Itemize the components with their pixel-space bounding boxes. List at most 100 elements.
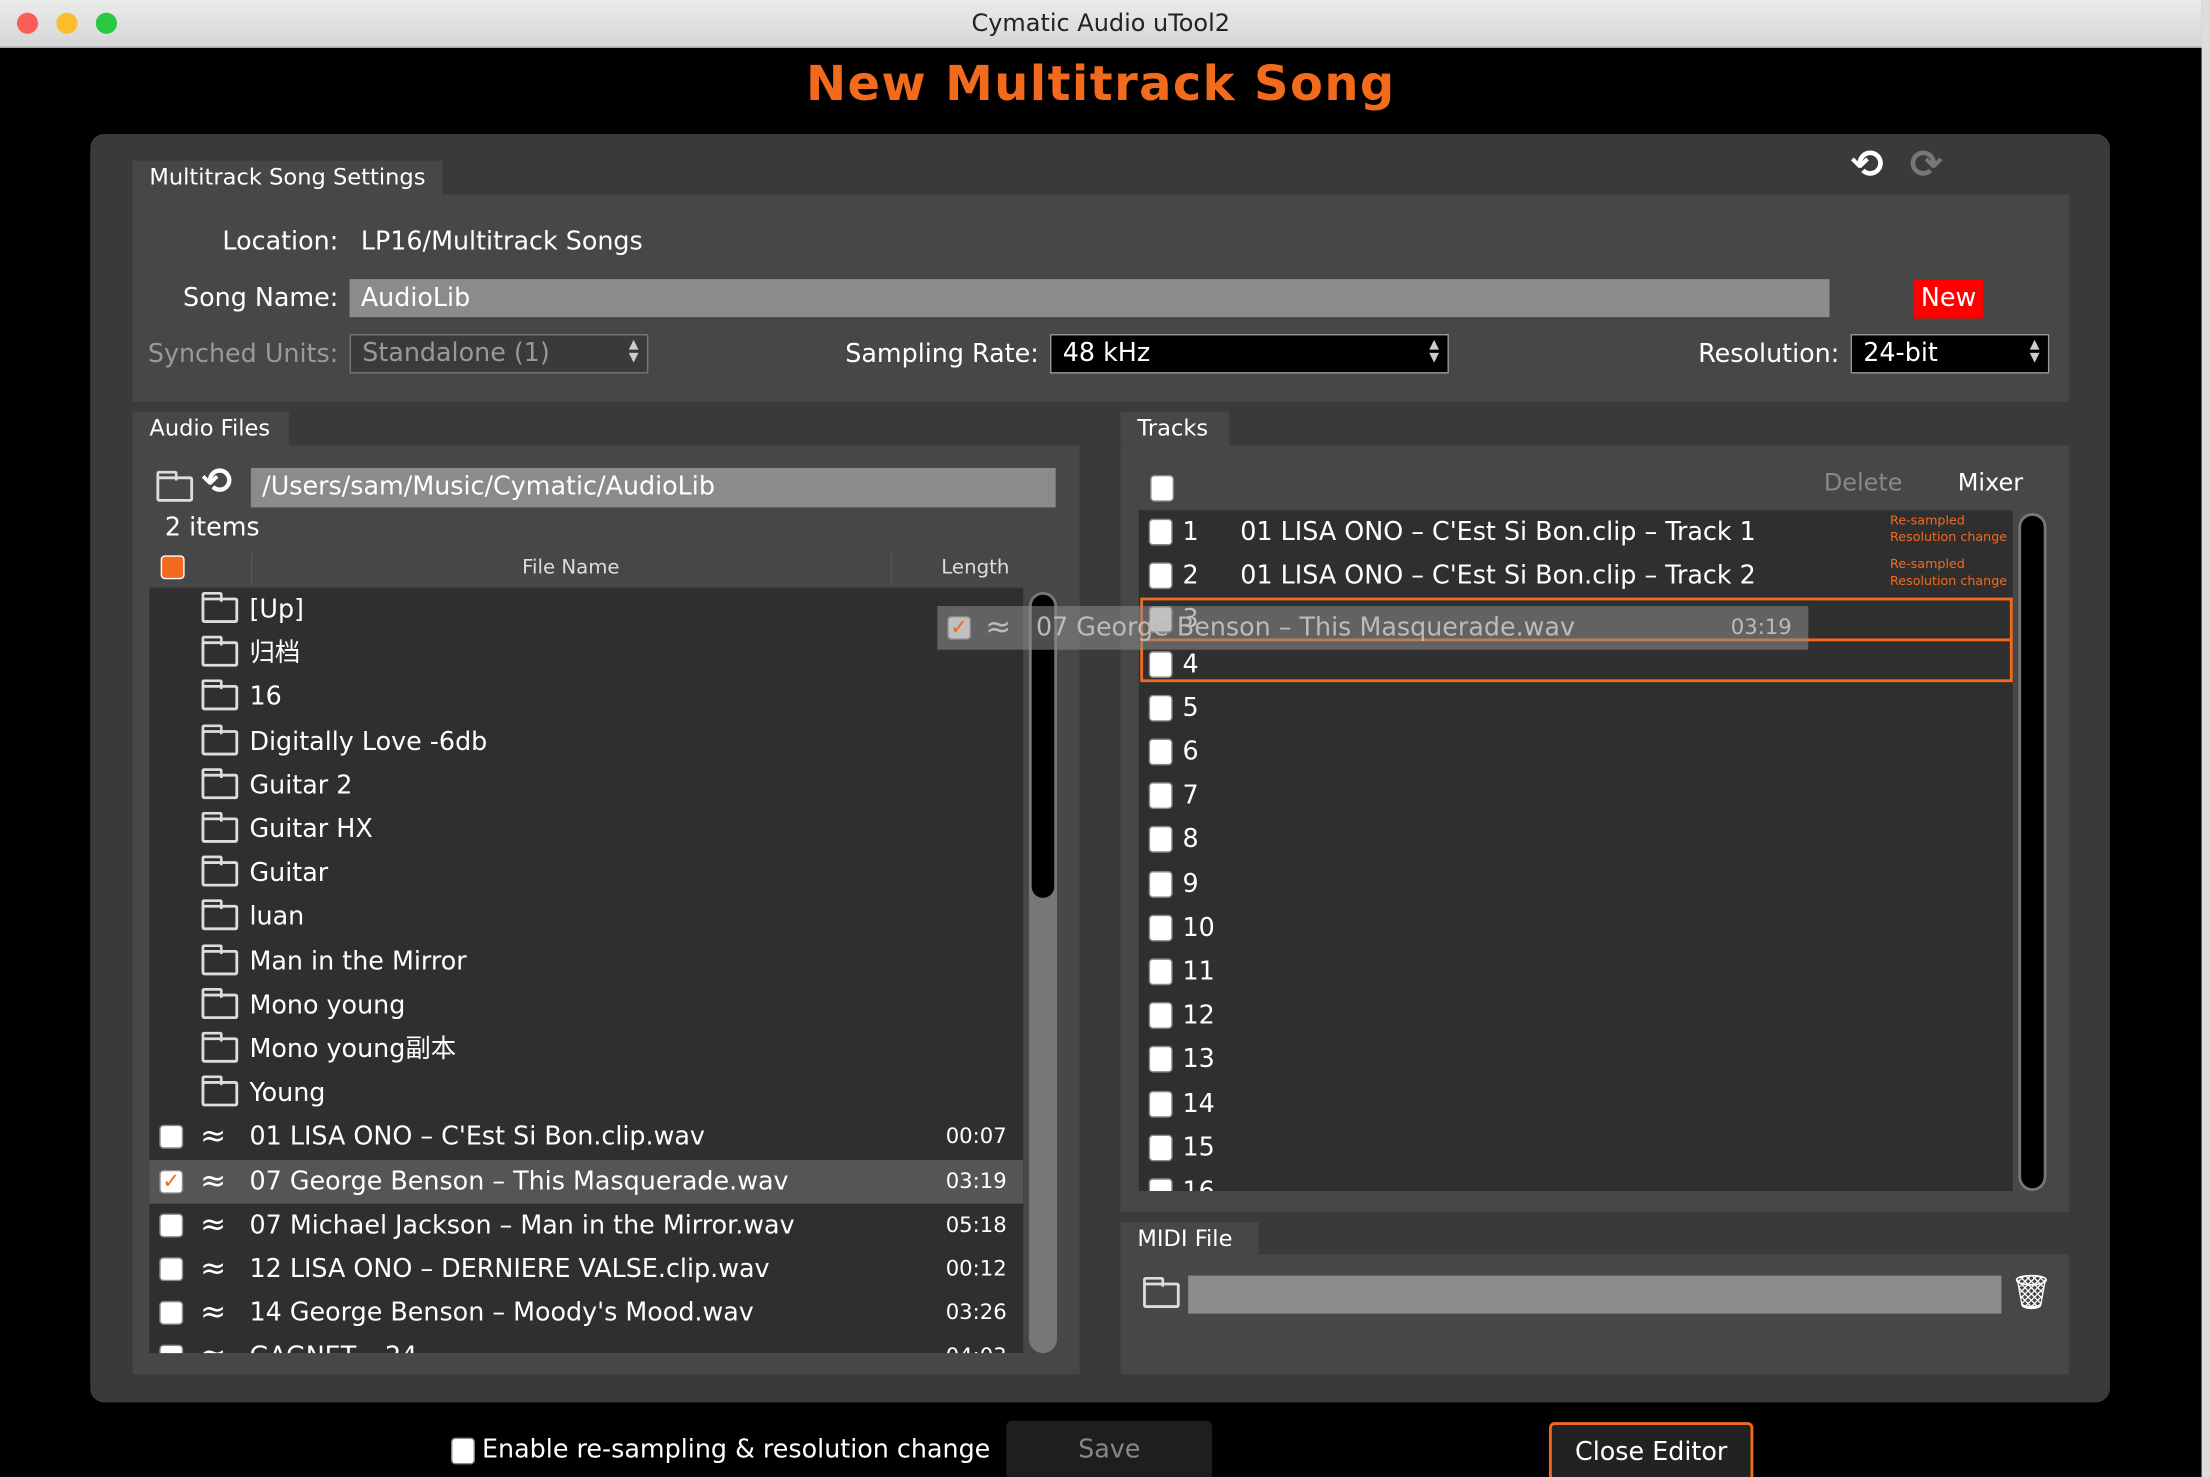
page-title: New Multitrack Song bbox=[805, 56, 1396, 113]
folder-icon bbox=[201, 943, 239, 975]
column-header-length[interactable]: Length bbox=[902, 557, 1049, 580]
song-name-input[interactable]: AudioLib bbox=[349, 279, 1830, 318]
track-number: 12 bbox=[1182, 1000, 1215, 1031]
folder-row[interactable]: luan bbox=[149, 896, 1023, 940]
track-row[interactable]: 11 bbox=[1139, 950, 2013, 994]
file-name: 14 George Benson – Moody's Mood.wav bbox=[249, 1298, 754, 1328]
folder-row[interactable]: Mono young bbox=[149, 984, 1023, 1028]
path-input[interactable]: /Users/sam/Music/Cymatic/AudioLib bbox=[250, 467, 1056, 508]
zoom-window-button[interactable] bbox=[95, 12, 117, 34]
resolution-select[interactable]: 24-bit ▲ ▼ bbox=[1850, 334, 2050, 374]
track-checkbox[interactable] bbox=[1148, 1002, 1173, 1030]
track-list-scrollbar[interactable] bbox=[2018, 513, 2047, 1191]
close-window-button[interactable] bbox=[16, 12, 39, 34]
track-checkbox[interactable] bbox=[1148, 782, 1173, 810]
file-checkbox[interactable] bbox=[159, 1301, 184, 1326]
enable-resampling-label[interactable]: Enable re-sampling & resolution change bbox=[482, 1435, 990, 1465]
enable-resampling-checkbox[interactable] bbox=[451, 1437, 475, 1465]
redo-icon[interactable]: ⟳ bbox=[1910, 141, 1943, 188]
folder-name: 归档 bbox=[249, 638, 301, 669]
mixer-button[interactable]: Mixer bbox=[1958, 469, 2023, 497]
track-row[interactable]: 2 01 LISA ONO – C'Est Si Bon.clip – Track… bbox=[1139, 554, 2013, 598]
open-folder-icon[interactable] bbox=[156, 470, 194, 502]
file-list: [Up] 归档 16 Digitally Love -6db Guitar 2 Guita… bbox=[149, 587, 1024, 1354]
checked-icon: ✓ bbox=[947, 615, 972, 640]
track-checkbox[interactable] bbox=[1148, 1134, 1173, 1162]
track-row[interactable]: 8 bbox=[1139, 818, 2013, 862]
track-number: 2 bbox=[1182, 561, 1199, 591]
trash-icon[interactable]: 🗑 bbox=[2010, 1273, 2053, 1312]
folder-row[interactable]: Digitally Love -6db bbox=[149, 720, 1023, 764]
file-row[interactable]: ≈ GAGNET – 24 04:03 bbox=[149, 1335, 1023, 1354]
file-row[interactable]: ≈14 George Benson – Moody's Mood.wav 03:2… bbox=[149, 1291, 1023, 1335]
folder-icon bbox=[201, 1031, 239, 1063]
midi-path-input[interactable] bbox=[1188, 1275, 2002, 1314]
file-checkbox[interactable] bbox=[159, 1125, 184, 1150]
column-header-file-name[interactable]: File Name bbox=[254, 557, 888, 580]
synched-units-select[interactable]: Standalone (1) ▲ ▼ bbox=[349, 334, 649, 374]
track-row[interactable]: 15 bbox=[1139, 1126, 2013, 1170]
select-all-checkbox[interactable] bbox=[160, 555, 185, 580]
sampling-rate-select[interactable]: 48 kHz ▲ ▼ bbox=[1050, 334, 1449, 374]
save-button[interactable]: Save bbox=[1006, 1420, 1213, 1477]
track-row[interactable]: 1 01 LISA ONO – C'Est Si Bon.clip – Track… bbox=[1139, 510, 2013, 554]
folder-row[interactable]: 归档 bbox=[149, 632, 1023, 676]
track-row[interactable]: 12 bbox=[1139, 994, 2013, 1038]
tracks-select-all-checkbox[interactable] bbox=[1150, 474, 1175, 502]
track-row[interactable]: 6 bbox=[1139, 730, 2013, 774]
track-checkbox[interactable] bbox=[1148, 958, 1173, 986]
drag-file-length: 03:19 bbox=[1730, 614, 1792, 640]
track-row[interactable]: 16 bbox=[1139, 1170, 2013, 1191]
track-row[interactable]: 14 bbox=[1139, 1082, 2013, 1126]
track-checkbox[interactable] bbox=[1148, 826, 1173, 854]
track-row[interactable]: 13 bbox=[1139, 1038, 2013, 1082]
track-row[interactable]: 5 bbox=[1139, 686, 2013, 730]
file-row[interactable]: ≈12 LISA ONO – DERNIERE VALSE.clip.wav 00… bbox=[149, 1247, 1023, 1291]
open-folder-icon[interactable] bbox=[1143, 1276, 1180, 1308]
track-checkbox[interactable] bbox=[1148, 738, 1173, 766]
track-checkbox[interactable] bbox=[1148, 694, 1173, 722]
file-length: 04:03 bbox=[946, 1335, 1007, 1353]
folder-row[interactable]: Guitar HX bbox=[149, 808, 1023, 852]
delete-button[interactable]: Delete bbox=[1824, 469, 1903, 497]
file-length: 03:19 bbox=[945, 1167, 1007, 1194]
track-row[interactable]: 10 bbox=[1139, 906, 2013, 950]
track-number: 8 bbox=[1182, 825, 1199, 855]
new-button[interactable]: New bbox=[1914, 279, 1984, 319]
folder-row[interactable]: Mono young副本 bbox=[149, 1027, 1023, 1071]
file-list-scrollbar[interactable] bbox=[1028, 591, 1058, 1354]
close-editor-button[interactable]: Close Editor bbox=[1548, 1422, 1754, 1477]
folder-name: Man in the Mirror bbox=[249, 946, 467, 977]
file-checkbox[interactable] bbox=[159, 1257, 184, 1282]
folder-row[interactable]: Guitar bbox=[149, 852, 1023, 896]
track-checkbox[interactable] bbox=[1148, 914, 1173, 942]
audio-wave-icon: ≈ bbox=[985, 610, 1012, 646]
track-checkbox[interactable] bbox=[1148, 1046, 1173, 1074]
track-row[interactable]: 9 bbox=[1139, 862, 2013, 906]
track-checkbox[interactable] bbox=[1148, 562, 1173, 590]
folder-row[interactable]: 16 bbox=[149, 676, 1023, 720]
resolution-label: Resolution: bbox=[1698, 339, 1840, 370]
track-row[interactable]: 7 bbox=[1139, 774, 2013, 818]
folder-row[interactable]: Young bbox=[149, 1071, 1023, 1115]
folder-row[interactable]: Guitar 2 bbox=[149, 764, 1023, 808]
track-checkbox[interactable] bbox=[1148, 1090, 1173, 1118]
folder-icon bbox=[201, 811, 239, 843]
track-checkbox[interactable] bbox=[1148, 870, 1173, 898]
file-row[interactable]: ≈07 Michael Jackson – Man in the Mirror.… bbox=[149, 1203, 1023, 1247]
file-row[interactable]: ✓ ≈07 George Benson – This Masquerade.wav… bbox=[149, 1159, 1024, 1204]
folder-row[interactable]: Man in the Mirror bbox=[149, 940, 1023, 984]
file-checkbox[interactable] bbox=[159, 1213, 184, 1238]
minimize-window-button[interactable] bbox=[56, 12, 78, 34]
folder-name: Guitar HX bbox=[249, 814, 373, 845]
file-row[interactable]: ≈01 LISA ONO – C'Est Si Bon.clip.wav 00:0… bbox=[149, 1115, 1023, 1159]
app-window: Cymatic Audio uTool2 New Multitrack Song… bbox=[0, 0, 2210, 1477]
file-checkbox[interactable]: ✓ bbox=[159, 1169, 184, 1194]
file-checkbox[interactable] bbox=[159, 1345, 184, 1354]
refresh-icon[interactable]: ⟲ bbox=[202, 461, 233, 503]
track-checkbox[interactable] bbox=[1148, 1178, 1173, 1191]
track-checkbox[interactable] bbox=[1148, 518, 1173, 546]
folder-row[interactable]: [Up] bbox=[149, 588, 1023, 632]
resolution-value: 24-bit bbox=[1863, 338, 1938, 368]
undo-icon[interactable]: ⟲ bbox=[1851, 141, 1884, 188]
